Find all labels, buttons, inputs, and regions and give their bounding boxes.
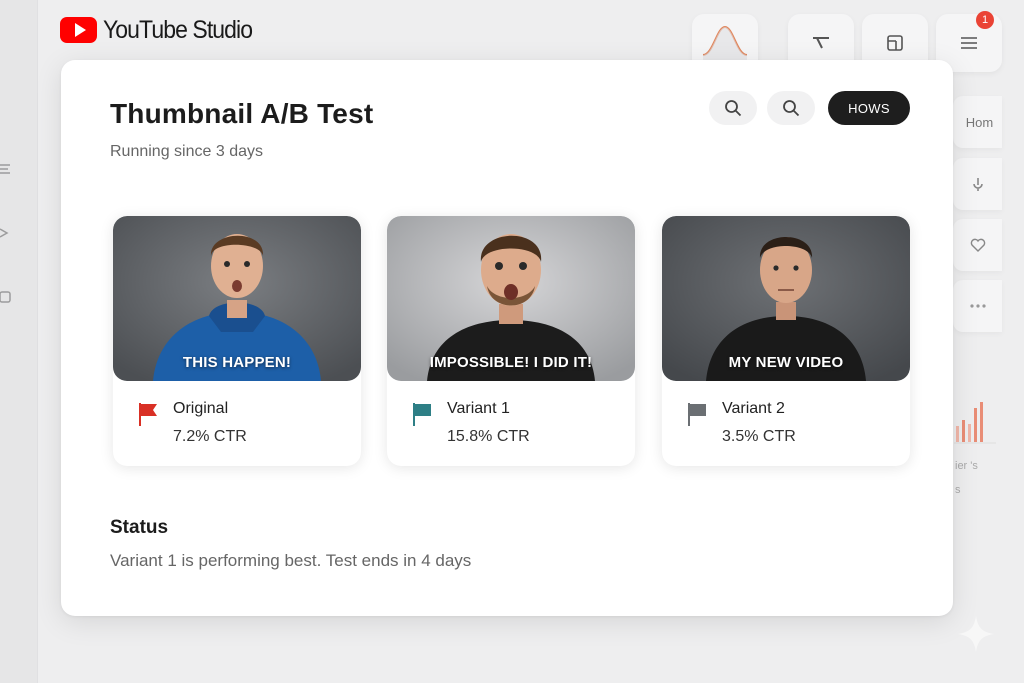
ab-test-card: Thumbnail A/B Test Running since 3 days … [61,60,953,616]
faded-label-1: ier 's [955,460,978,472]
notification-badge: 1 [976,11,994,29]
more-dots-icon [969,304,986,308]
brand-name: YouTube Studio [103,15,253,44]
mini-bar-chart-icon [954,402,996,444]
thumbnail-variant-1: IMPOSSIBLE! I DID IT! [387,216,635,381]
status-text: Variant 1 is performing best. Test ends … [110,551,472,570]
variant-card-variant-2[interactable]: MY NEW VIDEO Variant 2 3.5% CTR [662,216,910,466]
mic-button[interactable] [953,158,1002,210]
variant-ctr: 7.2% CTR [173,428,247,445]
home-tab[interactable]: Hom [953,96,1002,148]
more-button[interactable] [953,280,1002,332]
share-icon[interactable] [0,226,14,240]
thumbnail-original: THIS HAPPEN! [113,216,361,381]
calendar-icon[interactable] [0,290,14,304]
home-label: Hom [965,114,994,130]
layout-icon [887,35,903,51]
heart-icon [970,238,985,252]
faded-label-2: s [955,484,961,496]
variant-ctr: 3.5% CTR [722,428,796,445]
teal-flag-icon [413,403,431,426]
youtube-studio-logo[interactable]: YouTube Studio [60,14,265,46]
left-rail [0,0,38,683]
thumbnail-caption: MY NEW VIDEO [728,354,844,371]
microphone-icon [972,178,983,191]
variant-card-variant-1[interactable]: IMPOSSIBLE! I DID IT! Variant 1 15.8% CT… [387,216,635,466]
variant-ctr: 15.8% CTR [447,428,530,445]
gray-flag-icon [688,403,706,426]
like-button[interactable] [953,219,1002,271]
variant-name: Original [173,400,229,417]
search-icon [725,100,742,117]
menu-icon[interactable] [0,162,14,176]
variant-name: Variant 2 [722,400,785,417]
thumbnail-caption: IMPOSSIBLE! I DID IT! [429,354,593,371]
search-button-2[interactable] [767,91,815,125]
sparkle-icon [958,616,994,652]
variant-name: Variant 1 [447,400,510,417]
list-icon [961,37,977,49]
thumbnail-variant-2: MY NEW VIDEO [662,216,910,381]
status-heading: Status [110,517,169,538]
shows-button[interactable]: HOWS [828,91,910,125]
test-duration: Running since 3 days [110,143,263,160]
variant-card-original[interactable]: THIS HAPPEN! Original 7.2% CTR [113,216,361,466]
filter-icon [813,37,829,49]
youtube-play-icon [60,17,97,43]
search-icon [783,100,800,117]
thumbnail-caption: THIS HAPPEN! [182,354,292,371]
search-button-1[interactable] [709,91,757,125]
analytics-wave-icon [702,25,748,61]
red-flag-icon [139,403,157,426]
page-title: Thumbnail A/B Test [110,98,374,129]
